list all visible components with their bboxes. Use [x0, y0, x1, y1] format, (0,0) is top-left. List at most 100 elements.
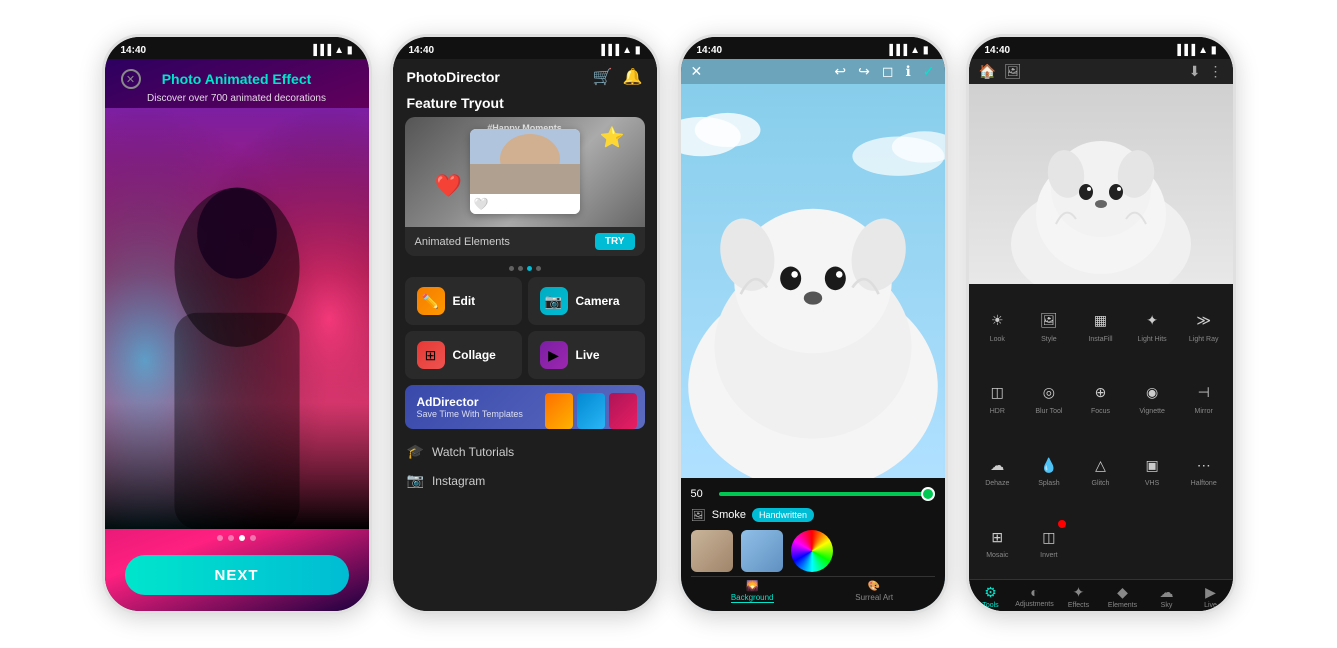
tool-mosaic[interactable]: ⊞ Mosaic	[973, 507, 1023, 577]
vignette-icon: ◉	[1139, 380, 1165, 406]
gallery-icon[interactable]: 🖼	[1004, 63, 1022, 80]
invert-label: Invert	[1040, 552, 1058, 559]
cart-icon[interactable]: 🛒	[593, 67, 613, 87]
check-icon[interactable]: ✓	[923, 63, 935, 80]
try-button[interactable]: TRY	[595, 233, 635, 250]
download-icon[interactable]: ⬇	[1189, 63, 1201, 80]
mirror-label: Mirror	[1195, 408, 1213, 415]
tool-lighthits[interactable]: ✦ Light Hits	[1127, 290, 1177, 360]
bell-icon[interactable]: 🔔	[623, 67, 643, 87]
texture-2[interactable]	[741, 530, 783, 572]
invert-icon: ◫	[1036, 524, 1062, 550]
vignette-label: Vignette	[1139, 408, 1165, 415]
tool-splash[interactable]: 💧 Splash	[1024, 435, 1074, 505]
phone-4: 14:40 ▐▐▐ ▲ ▮ 🏠 🖼 ⬇ ⋮	[966, 34, 1236, 614]
phone4-status-bar: 14:40 ▐▐▐ ▲ ▮	[969, 37, 1233, 59]
animated-elements-label: Animated Elements	[415, 236, 510, 248]
tool-halftone[interactable]: ⋯ Halftone	[1179, 435, 1229, 505]
battery-icon: ▮	[635, 45, 641, 56]
bottomtab4-adjustments[interactable]: ◐ Adjustments	[1013, 584, 1057, 609]
bottomtab4-elements[interactable]: ◆ Elements	[1101, 584, 1145, 609]
menu-edit[interactable]: ✏️ Edit	[405, 277, 522, 325]
texture-1[interactable]	[691, 530, 733, 572]
ad-thumb-2	[577, 393, 605, 429]
insta-post-mock: 🤍	[470, 129, 580, 214]
phone3-left-icons: ✕	[691, 63, 703, 80]
dot-1	[217, 535, 223, 541]
battery-icon: ▮	[923, 45, 929, 56]
camera-label: Camera	[576, 294, 620, 308]
color-wheel[interactable]	[791, 530, 833, 572]
fdot-3-active	[527, 266, 532, 271]
tool-blurtool[interactable]: ◎ Blur Tool	[1024, 362, 1074, 432]
menu-camera[interactable]: 📷 Camera	[528, 277, 645, 325]
redo-icon[interactable]: ↪	[858, 63, 870, 80]
phone4-bottom-bar: ⚙ Tools ◐ Adjustments ✦ Effects ◆ Elemen…	[969, 579, 1233, 611]
lightray-icon: ≫	[1191, 308, 1217, 334]
pagination-dots	[217, 529, 256, 547]
tool-look[interactable]: ☀ Look	[973, 290, 1023, 360]
phone1-image-area	[105, 108, 369, 529]
effects-bottom-label: Effects	[1068, 602, 1089, 609]
tool-vignette[interactable]: ◉ Vignette	[1127, 362, 1177, 432]
tool-mirror[interactable]: ⊣ Mirror	[1179, 362, 1229, 432]
erase-icon[interactable]: ◻	[882, 63, 894, 80]
dog-scene-svg	[681, 84, 945, 478]
lighthits-label: Light Hits	[1138, 336, 1167, 343]
more-icon[interactable]: ⋮	[1209, 63, 1223, 80]
ad-thumb-1	[545, 393, 573, 429]
instagram-row[interactable]: 📷 Instagram	[393, 468, 657, 497]
tool-style[interactable]: 🖼 Style	[1024, 290, 1074, 360]
hdr-label: HDR	[990, 408, 1005, 415]
dehaze-label: Dehaze	[985, 480, 1009, 487]
glitch-label: Glitch	[1092, 480, 1110, 487]
phone4-dog-image	[969, 84, 1233, 284]
ad-subtitle: Save Time With Templates	[417, 409, 523, 419]
slider-track[interactable]	[719, 492, 935, 496]
instagram-label: Instagram	[432, 474, 485, 488]
bottomtab4-effects[interactable]: ✦ Effects	[1057, 584, 1101, 609]
phone2-header: PhotoDirector 🛒 🔔	[393, 59, 657, 91]
phone3-right-icons: ↩ ↪ ◻ ℹ ✓	[834, 63, 934, 80]
close-icon[interactable]: ✕	[691, 63, 703, 80]
tab3-background[interactable]: 🌄 Background	[731, 581, 774, 603]
edit-icon: ✏️	[417, 287, 445, 315]
menu-collage[interactable]: ⊞ Collage	[405, 331, 522, 379]
bottomtab4-tools[interactable]: ⚙ Tools	[969, 584, 1013, 609]
ad-banner[interactable]: AdDirector Save Time With Templates	[405, 385, 645, 429]
glitch-icon: △	[1087, 452, 1113, 478]
tool-instafill[interactable]: ▦ InstaFill	[1076, 290, 1126, 360]
lightray-label: Light Ray	[1189, 336, 1219, 343]
phone3-time: 14:40	[697, 45, 723, 56]
focus-label: Focus	[1091, 408, 1110, 415]
menu-live[interactable]: ▶ Live	[528, 331, 645, 379]
home-icon[interactable]: 🏠	[979, 63, 996, 80]
tool-glitch[interactable]: △ Glitch	[1076, 435, 1126, 505]
tool-dehaze[interactable]: ☁ Dehaze	[973, 435, 1023, 505]
tool-hdr[interactable]: ◫ HDR	[973, 362, 1023, 432]
watch-tutorials-row[interactable]: 🎓 Watch Tutorials	[393, 435, 657, 468]
tool-focus[interactable]: ⊕ Focus	[1076, 362, 1126, 432]
tool-invert[interactable]: ◫ Invert	[1024, 507, 1074, 577]
undo-icon[interactable]: ↩	[834, 63, 846, 80]
tool-vhs[interactable]: ▣ VHS	[1127, 435, 1177, 505]
handwritten-badge[interactable]: Handwritten	[752, 508, 814, 522]
vhs-label: VHS	[1145, 480, 1159, 487]
phone1-title: Photo Animated Effect	[149, 71, 325, 87]
ad-thumb-3	[609, 393, 637, 429]
background-tab-label: Background	[731, 593, 774, 603]
phone1-top: ✕ Photo Animated Effect	[105, 59, 369, 93]
dog-photo-area	[681, 84, 945, 478]
slider-thumb[interactable]	[921, 487, 935, 501]
bottomtab4-sky[interactable]: ☁ Sky	[1145, 584, 1189, 609]
info-icon[interactable]: ℹ	[905, 63, 910, 80]
blurtool-label: Blur Tool	[1035, 408, 1062, 415]
tab3-surreal[interactable]: 🎨 Surreal Art	[854, 581, 894, 603]
phone1-status-icons: ▐▐▐ ▲ ▮	[310, 45, 353, 56]
instafill-icon: ▦	[1087, 308, 1113, 334]
camera-icon: 📷	[540, 287, 568, 315]
tool-lightray[interactable]: ≫ Light Ray	[1179, 290, 1229, 360]
bottomtab4-live[interactable]: ▶ Live	[1189, 584, 1233, 609]
next-button[interactable]: NEXT	[125, 555, 349, 595]
close-button[interactable]: ✕	[121, 69, 141, 89]
